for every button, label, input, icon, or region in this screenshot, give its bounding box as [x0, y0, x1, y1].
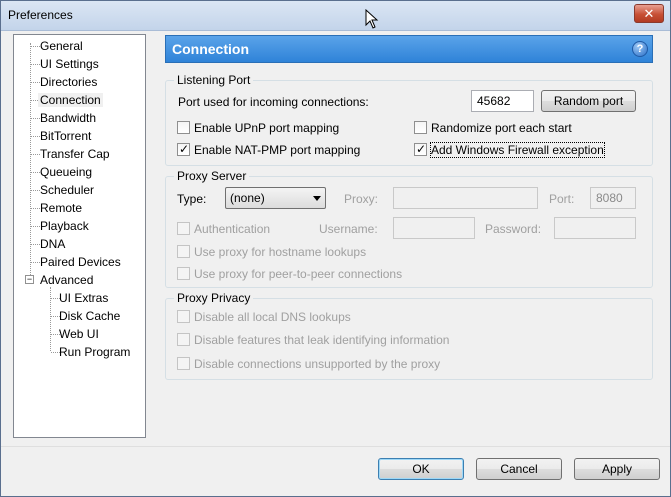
- dialog-footer: [1, 446, 670, 496]
- disable-unsupported-checkbox[interactable]: Disable connections unsupported by the p…: [177, 356, 477, 372]
- password-label: Password:: [485, 222, 542, 236]
- proxy-hostname-lookups-checkbox[interactable]: Use proxy for hostname lookups: [177, 244, 437, 260]
- sidebar-item-paired-devices[interactable]: Paired Devices: [38, 254, 123, 272]
- sidebar-item-advanced[interactable]: Advanced: [38, 272, 95, 290]
- sidebar-item-run-program[interactable]: Run Program: [57, 344, 132, 362]
- sidebar-item-general[interactable]: General: [38, 38, 85, 56]
- sidebar-item-dna[interactable]: DNA: [38, 236, 67, 254]
- password-input[interactable]: [554, 217, 636, 239]
- username-input[interactable]: [393, 217, 475, 239]
- category-tree[interactable]: General UI Settings Directories Connecti…: [13, 34, 146, 438]
- sidebar-item-connection[interactable]: Connection: [38, 92, 103, 110]
- proxy-port-label: Port:: [549, 192, 575, 206]
- randomize-port-checkbox[interactable]: Randomize port each start: [414, 120, 614, 136]
- proxy-hostname-lookups-label: Use proxy for hostname lookups: [194, 245, 367, 259]
- proxy-p2p-label: Use proxy for peer-to-peer connections: [194, 267, 403, 281]
- check-icon: ✓: [179, 142, 190, 156]
- upnp-checkbox[interactable]: Enable UPnP port mapping: [177, 120, 377, 136]
- random-port-button[interactable]: Random port: [541, 90, 636, 112]
- proxy-host-label: Proxy:: [344, 192, 379, 206]
- window-title: Preferences: [8, 8, 73, 22]
- close-icon: ✕: [643, 6, 655, 21]
- apply-button[interactable]: Apply: [574, 458, 660, 480]
- title-bar[interactable]: Preferences ✕: [1, 1, 670, 31]
- collapse-icon[interactable]: −: [25, 275, 34, 284]
- proxy-type-select[interactable]: (none): [225, 187, 326, 209]
- cancel-button[interactable]: Cancel: [476, 458, 562, 480]
- ok-button[interactable]: OK: [378, 458, 464, 480]
- upnp-label: Enable UPnP port mapping: [194, 121, 340, 135]
- disable-dns-label: Disable all local DNS lookups: [194, 310, 351, 324]
- listening-port-legend: Listening Port: [174, 73, 254, 87]
- disable-leak-label: Disable features that leak identifying i…: [194, 333, 450, 347]
- proxy-host-input[interactable]: [393, 187, 538, 209]
- sidebar-item-disk-cache[interactable]: Disk Cache: [57, 308, 122, 326]
- natpmp-label: Enable NAT-PMP port mapping: [194, 143, 361, 157]
- firewall-exception-checkbox[interactable]: ✓ Add Windows Firewall exception: [414, 142, 614, 158]
- sidebar-item-ui-settings[interactable]: UI Settings: [38, 56, 101, 74]
- proxy-privacy-legend: Proxy Privacy: [174, 291, 254, 305]
- checkbox-box: [177, 267, 190, 280]
- sidebar-item-bandwidth[interactable]: Bandwidth: [38, 110, 98, 128]
- proxy-server-legend: Proxy Server: [174, 169, 250, 183]
- mouse-cursor-icon: [365, 9, 379, 29]
- authentication-checkbox[interactable]: Authentication: [177, 221, 297, 237]
- randomize-port-label: Randomize port each start: [431, 121, 572, 135]
- proxy-port-input[interactable]: 8080: [590, 187, 636, 209]
- port-label: Port used for incoming connections:: [178, 95, 369, 109]
- close-button[interactable]: ✕: [634, 4, 664, 23]
- sidebar-item-playback[interactable]: Playback: [38, 218, 91, 236]
- proxy-p2p-checkbox[interactable]: Use proxy for peer-to-peer connections: [177, 266, 437, 282]
- port-input[interactable]: 45682: [471, 90, 534, 112]
- sidebar-item-directories[interactable]: Directories: [38, 74, 99, 92]
- help-icon[interactable]: ?: [632, 41, 648, 57]
- sidebar-item-scheduler[interactable]: Scheduler: [38, 182, 96, 200]
- disable-dns-checkbox[interactable]: Disable all local DNS lookups: [177, 309, 477, 325]
- checkbox-box: [177, 310, 190, 323]
- firewall-exception-label: Add Windows Firewall exception: [430, 142, 605, 158]
- panel-header: Connection ?: [165, 35, 653, 63]
- username-label: Username:: [319, 222, 378, 236]
- checkbox-box: [177, 222, 190, 235]
- checkbox-box: ✓: [414, 142, 427, 156]
- sidebar-item-ui-extras[interactable]: UI Extras: [57, 290, 110, 308]
- checkbox-box: [177, 357, 190, 370]
- chevron-down-icon: [313, 196, 321, 201]
- page-title: Connection: [172, 41, 249, 57]
- checkbox-box: ✓: [177, 142, 190, 156]
- checkbox-box: [177, 333, 190, 346]
- sidebar-item-bittorrent[interactable]: BitTorrent: [38, 128, 93, 146]
- disable-leak-checkbox[interactable]: Disable features that leak identifying i…: [177, 332, 477, 348]
- check-icon: ✓: [416, 142, 427, 156]
- sidebar-item-queueing[interactable]: Queueing: [38, 164, 94, 182]
- proxy-type-label: Type:: [177, 192, 207, 206]
- checkbox-box: [177, 121, 190, 134]
- checkbox-box: [177, 245, 190, 258]
- sidebar-item-transfer-cap[interactable]: Transfer Cap: [38, 146, 112, 164]
- checkbox-box: [414, 121, 427, 134]
- natpmp-checkbox[interactable]: ✓ Enable NAT-PMP port mapping: [177, 142, 377, 158]
- disable-unsupported-label: Disable connections unsupported by the p…: [194, 357, 441, 371]
- authentication-label: Authentication: [194, 222, 271, 236]
- tree-connector: [50, 287, 51, 351]
- sidebar-item-web-ui[interactable]: Web UI: [57, 326, 101, 344]
- sidebar-item-remote[interactable]: Remote: [38, 200, 84, 218]
- preferences-window: Preferences ✕ General UI Settings Direct…: [0, 0, 671, 497]
- proxy-type-value: (none): [230, 191, 265, 205]
